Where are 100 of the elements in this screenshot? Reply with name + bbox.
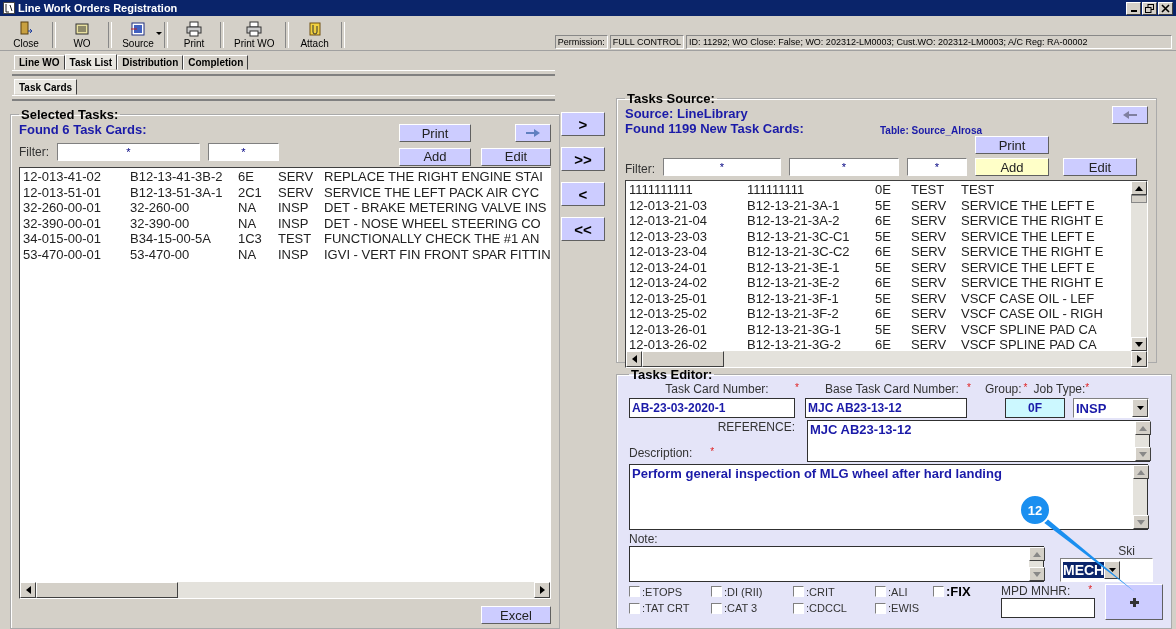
- transfer-button[interactable]: >: [561, 112, 605, 136]
- filter-field[interactable]: *: [907, 158, 967, 176]
- close-icon: [1161, 3, 1170, 13]
- toolbar-button[interactable]: Close: [4, 20, 48, 50]
- tab[interactable]: Completion: [183, 55, 249, 70]
- group-field[interactable]: 0F: [1005, 398, 1065, 418]
- checkbox-option[interactable]: :FIX: [933, 584, 993, 599]
- restore-icon: [1145, 3, 1154, 13]
- toolbar-button[interactable]: Print WO: [228, 20, 281, 50]
- checkbox-option[interactable]: :DI (RII): [711, 584, 793, 599]
- horizontal-scrollbar[interactable]: [626, 351, 1147, 367]
- list-cell-text: FUNCTIONALLY CHECK THE #1 AN: [324, 231, 541, 247]
- toolbar-button[interactable]: Print: [172, 20, 216, 50]
- list-cell-text: 6E: [875, 306, 892, 322]
- list-cell-text: SERV: [911, 337, 948, 351]
- app-icon: [3, 2, 15, 14]
- horizontal-scrollbar[interactable]: [20, 582, 550, 598]
- list-cell-text: 12-013-21-03: [629, 197, 709, 213]
- job-type-dropdown[interactable]: INSP: [1073, 398, 1149, 418]
- list-cell-text: VSCF SPLINE PAD CA: [961, 321, 1098, 337]
- list-cell-text: SERVICE THE LEFT E: [961, 197, 1096, 213]
- list-cell-text: 6E: [875, 213, 892, 229]
- list-cell-text: REPLACE THE RIGHT ENGINE STAI: [324, 169, 544, 185]
- list-cell-text: 32-390-00-01: [23, 215, 103, 231]
- task-card-number-field[interactable]: AB-23-03-2020-1: [629, 398, 795, 418]
- checkbox-option[interactable]: :CDCCL: [793, 602, 875, 614]
- list-cell-text: NA: [238, 246, 258, 262]
- transfer-button[interactable]: <<: [561, 217, 605, 241]
- edit-button[interactable]: Edit: [481, 147, 551, 166]
- list-cell-text: 12-013-24-01: [629, 259, 709, 275]
- list-cell-text: 12-013-26-02: [629, 337, 709, 351]
- edit-button[interactable]: Edit: [1063, 158, 1137, 176]
- scroll-up-icon: [1033, 551, 1041, 557]
- table-name-label: Table: Source_Alrosa: [880, 125, 984, 136]
- vertical-scrollbar[interactable]: [1131, 181, 1147, 351]
- list-cell-text: B12-13-21-3C-C2: [747, 244, 851, 260]
- tab[interactable]: Distribution: [117, 55, 184, 70]
- list-cell-text: SERV: [278, 169, 315, 185]
- filter-field[interactable]: *: [57, 143, 200, 161]
- skill-dropdown[interactable]: MECH: [1060, 558, 1153, 582]
- list-cell-text: B12-13-21-3F-2: [747, 306, 840, 322]
- field-label: MPD MNHR:: [1001, 584, 1071, 598]
- list-cell-text: SERV: [911, 306, 948, 322]
- list-cell-text: 12-013-21-04: [629, 213, 709, 229]
- toolbar-button[interactable]: WO: [60, 20, 104, 50]
- print-button[interactable]: Print: [399, 124, 471, 142]
- restore-button[interactable]: [1142, 1, 1157, 15]
- tab[interactable]: Task Cards: [14, 79, 78, 95]
- move-right-button[interactable]: [515, 124, 551, 142]
- list-cell-text: 6E: [875, 275, 892, 291]
- list-cell-text: SERVICE THE RIGHT E: [961, 244, 1105, 260]
- list-cell-text: 1111111111: [629, 182, 694, 198]
- close-button[interactable]: [1158, 1, 1173, 15]
- checkbox-option[interactable]: :ALI: [875, 584, 933, 599]
- checkbox-option[interactable]: :CRIT: [793, 584, 875, 599]
- add-button[interactable]: Add: [399, 147, 471, 166]
- filter-field[interactable]: *: [663, 158, 781, 176]
- filter-label: Filter:: [625, 162, 655, 176]
- field-label: Note:: [629, 532, 659, 546]
- list-cell-text: TEST: [961, 182, 996, 198]
- toolbar-button[interactable]: Source: [116, 20, 160, 50]
- base-task-card-number-field[interactable]: MJC AB23-13-12: [805, 398, 967, 418]
- filter-field[interactable]: *: [208, 143, 279, 161]
- checkbox-option[interactable]: :CAT 3: [711, 602, 793, 614]
- permission-label: Permission:: [554, 35, 608, 49]
- tab[interactable]: Task List: [64, 54, 118, 70]
- toolbar-button[interactable]: Attach: [292, 20, 337, 50]
- scroll-thumb[interactable]: [1131, 195, 1147, 203]
- list-cell-text: 1C3: [238, 231, 263, 247]
- checkbox-option[interactable]: :TAT CRT: [629, 602, 711, 614]
- checkbox-option[interactable]: :EWIS: [875, 602, 933, 614]
- required-mark: *: [1023, 382, 1028, 393]
- filter-label: Filter:: [19, 145, 49, 159]
- minimize-button[interactable]: [1126, 1, 1141, 15]
- print-button[interactable]: Print: [975, 136, 1049, 154]
- list-cell-text: 5E: [875, 259, 892, 275]
- excel-button[interactable]: Excel: [481, 606, 551, 624]
- list-cell-text: TEST: [278, 231, 313, 247]
- move-left-button[interactable]: [1112, 106, 1148, 124]
- panel-title: Selected Tasks:: [20, 107, 120, 122]
- list-cell-text: TEST: [911, 182, 946, 198]
- add-button[interactable]: [1105, 584, 1163, 620]
- list-cell-text: 32-260-00-01: [23, 200, 103, 216]
- checkbox-option[interactable]: :ETOPS: [629, 584, 711, 599]
- mpd-mnhr-field[interactable]: [1001, 598, 1095, 618]
- add-button[interactable]: Add: [975, 158, 1049, 176]
- reference-field[interactable]: MJC AB23-13-12: [807, 420, 1150, 462]
- list-cell-text: 32-260-00: [130, 200, 191, 216]
- required-mark: *: [1088, 584, 1093, 595]
- field-label: Task Card Number:: [664, 382, 770, 396]
- note-field[interactable]: [629, 546, 1044, 582]
- list-cell-text: DET - BRAKE METERING VALVE INS: [324, 200, 548, 216]
- list-cell-text: VSCF SPLINE PAD CA: [961, 337, 1098, 351]
- transfer-button[interactable]: <: [561, 182, 605, 206]
- left-arrow-icon: [1123, 111, 1137, 119]
- list-cell-text: B12-13-51-3A-1: [130, 184, 224, 200]
- table-icon: [130, 21, 146, 37]
- tab[interactable]: Line WO: [14, 55, 65, 70]
- filter-field[interactable]: *: [789, 158, 899, 176]
- transfer-button[interactable]: >>: [561, 147, 605, 171]
